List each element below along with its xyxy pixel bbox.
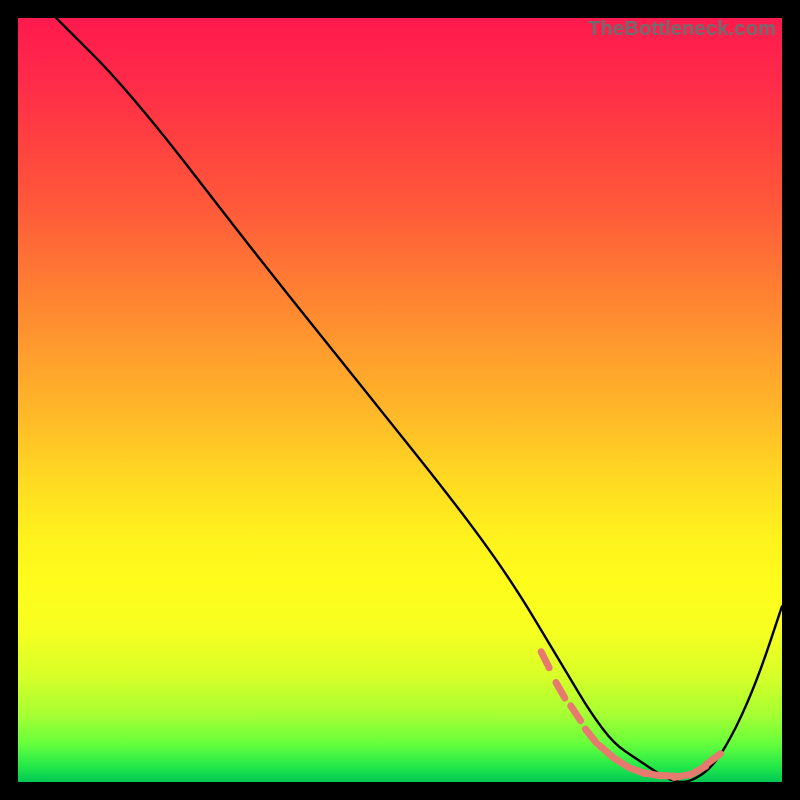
highlight-dash [571,706,581,721]
highlight-dash [706,754,720,765]
highlight-dash [541,652,549,668]
curve-layer [18,18,782,782]
plot-area: TheBottleneck.com [18,18,782,782]
bottleneck-curve [56,18,782,782]
highlight-dashes [541,652,720,778]
highlight-dash [600,746,614,758]
chart-frame: TheBottleneck.com [0,0,800,800]
highlight-dash [556,683,565,699]
highlight-dash [585,729,596,743]
